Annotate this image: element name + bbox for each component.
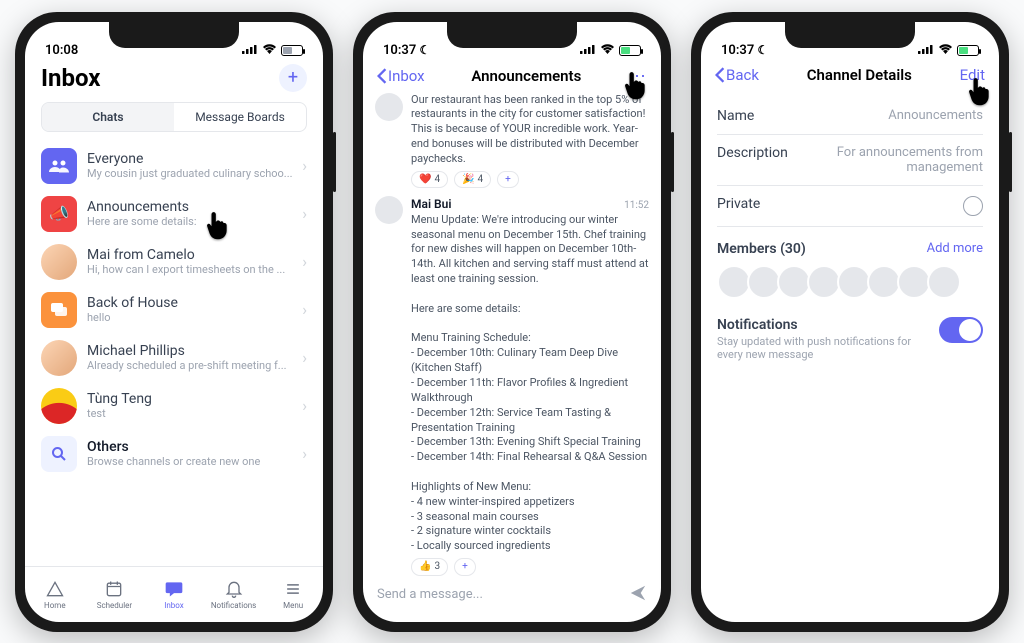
- back-button[interactable]: Inbox: [377, 67, 425, 85]
- nav-menu[interactable]: Menu: [263, 567, 323, 622]
- chat-everyone[interactable]: EveryoneMy cousin just graduated culinar…: [25, 142, 323, 190]
- dnd-moon-icon: ☾: [419, 43, 430, 57]
- avatar: [375, 196, 403, 224]
- battery-icon: [619, 45, 641, 56]
- sender-name: Mai Bui: [411, 196, 451, 212]
- chat-back-of-house[interactable]: Back of Househello: [25, 286, 323, 334]
- nav-scheduler[interactable]: Scheduler: [85, 567, 145, 622]
- nav-home[interactable]: Home: [25, 567, 85, 622]
- signal-icon: [580, 43, 596, 58]
- notch: [447, 22, 577, 48]
- signal-icon: [242, 43, 258, 58]
- notifications-sub: Stay updated with push notifications for…: [717, 335, 917, 361]
- avatar: [41, 340, 77, 376]
- chat-list: EveryoneMy cousin just graduated culinar…: [25, 142, 323, 566]
- phone-channel-details: 10:37 ☾ Back Channel Details Edit Name A…: [691, 12, 1009, 632]
- wifi-icon: [262, 43, 277, 58]
- message-time: 11:52: [624, 199, 649, 213]
- members-header: Members (30) Add more: [717, 227, 983, 265]
- nav-inbox[interactable]: Inbox: [144, 567, 204, 622]
- dnd-moon-icon: ☾: [757, 43, 768, 57]
- reaction[interactable]: 👍3: [411, 558, 448, 575]
- composer: Send a message...: [363, 576, 661, 622]
- group-icon: [41, 148, 77, 184]
- reaction[interactable]: ❤️4: [411, 171, 448, 189]
- thread-title: Announcements: [471, 67, 581, 85]
- phone-thread: 10:37 ☾ Inbox Announcements ⋯ Our restau…: [353, 12, 671, 632]
- status-time: 10:37: [383, 43, 416, 58]
- message-input[interactable]: Send a message...: [377, 587, 621, 602]
- channel-details: Name Announcements Description For annou…: [701, 90, 999, 622]
- notch: [109, 22, 239, 48]
- thread-header: Inbox Announcements ⋯: [363, 62, 661, 93]
- status-time: 10:37: [721, 43, 754, 58]
- nav-notifications[interactable]: Notifications: [204, 567, 264, 622]
- message-thread[interactable]: Our restaurant has been ranked in the to…: [363, 93, 661, 576]
- message: Mai Bui 11:52 Menu Update: We're introdu…: [375, 196, 649, 575]
- reactions: 👍3 +: [411, 558, 649, 575]
- reactions: ❤️4 🎉4 +: [411, 171, 649, 189]
- chat-michael[interactable]: Michael PhillipsAlready scheduled a pre-…: [25, 334, 323, 382]
- message-text: Our restaurant has been ranked in the to…: [411, 93, 649, 167]
- avatar: [41, 388, 77, 424]
- chat-icon: [41, 292, 77, 328]
- signal-icon: [918, 43, 934, 58]
- megaphone-icon: 📣: [41, 196, 77, 232]
- details-header: Back Channel Details Edit: [701, 62, 999, 90]
- wifi-icon: [938, 43, 953, 58]
- wifi-icon: [600, 43, 615, 58]
- tab-message-boards[interactable]: Message Boards: [174, 103, 306, 131]
- chat-others[interactable]: OthersBrowse channels or create new one: [25, 430, 323, 478]
- chat-announcements[interactable]: 📣 AnnouncementsHere are some details:: [25, 190, 323, 238]
- chat-mai-camelo[interactable]: Mai from CameloHi, how can I export time…: [25, 238, 323, 286]
- avatar: [375, 93, 403, 121]
- search-icon: [41, 436, 77, 472]
- row-private: Private: [717, 186, 983, 227]
- row-name: Name Announcements: [717, 98, 983, 135]
- message-text: Menu Update: We're introducing our winte…: [411, 213, 649, 554]
- details-title: Channel Details: [807, 66, 912, 84]
- chat-tung[interactable]: Tùng Tengtest: [25, 382, 323, 430]
- avatar: [41, 244, 77, 280]
- edit-button[interactable]: Edit: [960, 66, 985, 84]
- notifications-toggle[interactable]: [939, 317, 983, 343]
- more-button[interactable]: ⋯: [628, 66, 647, 87]
- notifications-title: Notifications: [717, 317, 917, 333]
- add-members-link[interactable]: Add more: [927, 241, 983, 256]
- private-toggle[interactable]: [963, 196, 983, 216]
- back-button[interactable]: Back: [715, 66, 759, 84]
- battery-icon: [281, 45, 303, 56]
- bottom-nav: Home Scheduler Inbox Notifications Menu: [25, 566, 323, 622]
- add-reaction[interactable]: +: [454, 558, 476, 575]
- reaction[interactable]: 🎉4: [454, 171, 491, 189]
- members-row[interactable]: [717, 265, 983, 299]
- send-button[interactable]: [629, 584, 647, 606]
- tab-chats[interactable]: Chats: [42, 103, 174, 131]
- notch: [785, 22, 915, 48]
- row-description: Description For announcements from manag…: [717, 135, 983, 186]
- message: Our restaurant has been ranked in the to…: [375, 93, 649, 189]
- inbox-header: Inbox +: [25, 62, 323, 98]
- battery-icon: [957, 45, 979, 56]
- compose-button[interactable]: +: [279, 64, 307, 92]
- add-reaction[interactable]: +: [497, 171, 519, 189]
- page-title: Inbox: [41, 64, 100, 92]
- status-time: 10:08: [45, 43, 78, 58]
- phone-inbox: 10:08 Inbox + Chats Message Boards: [15, 12, 333, 632]
- inbox-tabs: Chats Message Boards: [41, 102, 307, 132]
